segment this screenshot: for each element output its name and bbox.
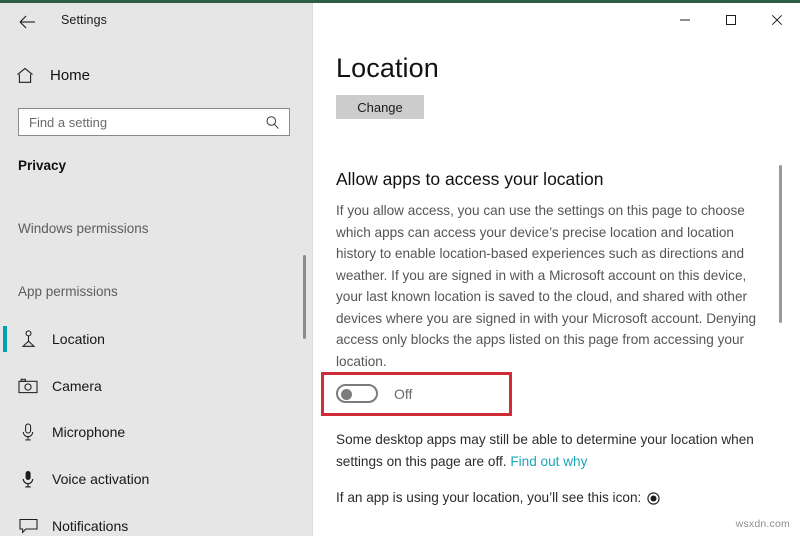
page-title: Location (336, 53, 439, 83)
location-person-icon (17, 328, 39, 350)
sidebar-group-windows-permissions: Windows permissions (18, 221, 149, 236)
change-button[interactable]: Change (336, 95, 424, 119)
toggle-state-label: Off (394, 385, 413, 402)
toggle-knob (341, 389, 352, 400)
sidebar-item-home[interactable]: Home (0, 58, 290, 92)
search-input[interactable] (19, 110, 257, 134)
sidebar-item-home-label: Home (50, 66, 91, 84)
sidebar-item-camera-label: Camera (52, 378, 102, 394)
sidebar-category-heading: Privacy (18, 158, 67, 173)
location-access-toggle-row[interactable]: Off (336, 384, 412, 403)
title-bar: Settings (0, 3, 312, 39)
selection-indicator (3, 466, 7, 492)
voice-activation-icon (17, 468, 39, 490)
sidebar-item-microphone[interactable]: Microphone (0, 415, 290, 449)
selection-indicator (3, 513, 7, 536)
microphone-icon (17, 421, 39, 443)
sidebar-item-voice-activation-label: Voice activation (52, 471, 150, 487)
content-area: Location Change Allow apps to access you… (314, 3, 800, 536)
location-indicator-icon (647, 491, 660, 505)
home-icon (15, 65, 35, 85)
notification-icon (17, 515, 39, 536)
window-top-edge (0, 0, 800, 3)
close-button[interactable] (754, 3, 800, 37)
maximize-button[interactable] (708, 3, 754, 37)
search-icon[interactable] (259, 109, 285, 135)
camera-icon (17, 375, 39, 397)
location-icon-note-text: If an app is using your location, you’ll… (336, 490, 642, 505)
watermark: wsxdn.com (735, 518, 790, 530)
sidebar-item-microphone-label: Microphone (52, 424, 126, 440)
location-icon-note: If an app is using your location, you’ll… (336, 488, 660, 508)
selection-indicator (3, 326, 7, 352)
sidebar: Settings Home Privacy Windows permission… (0, 3, 313, 536)
selection-indicator (3, 373, 7, 399)
section-description: If you allow access, you can use the set… (336, 203, 757, 369)
content-scrollbar-thumb[interactable] (779, 165, 782, 323)
settings-window: Settings Home Privacy Windows permission… (0, 0, 800, 536)
sidebar-item-notifications[interactable]: Notifications (0, 509, 290, 536)
back-arrow-icon[interactable] (10, 7, 44, 37)
sidebar-item-voice-activation[interactable]: Voice activation (0, 462, 290, 496)
section-heading: Allow apps to access your location (336, 169, 604, 189)
minimize-button[interactable] (662, 3, 708, 37)
window-controls (662, 3, 800, 37)
location-access-toggle[interactable] (336, 384, 378, 403)
sidebar-group-app-permissions: App permissions (18, 284, 118, 299)
sidebar-scrollbar-thumb[interactable] (303, 255, 306, 339)
desktop-apps-note: Some desktop apps may still be able to d… (336, 429, 786, 472)
sidebar-item-camera[interactable]: Camera (0, 369, 290, 403)
selection-indicator (3, 419, 7, 445)
app-title: Settings (61, 13, 107, 27)
sidebar-item-location[interactable]: Location (0, 322, 290, 356)
sidebar-item-notifications-label: Notifications (52, 518, 129, 534)
search-box[interactable] (18, 108, 290, 136)
sidebar-item-location-label: Location (52, 331, 105, 347)
find-out-why-link[interactable]: Find out why (510, 454, 587, 469)
